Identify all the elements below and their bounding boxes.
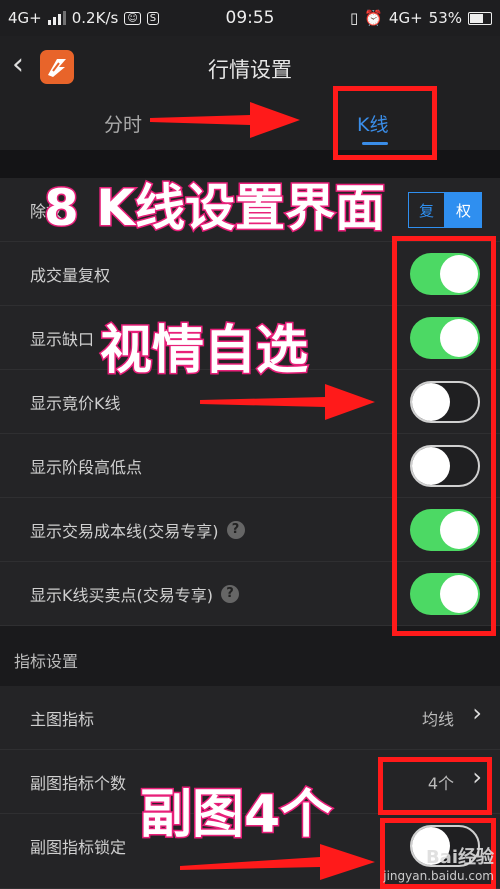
annotation-title: 8 K线设置界面	[43, 178, 387, 239]
status-bar: 4G+ 0.2K/s ☺ S 09:55 ▯ ⏰ 4G+ 53%	[0, 0, 500, 36]
row-label: 成交量复权	[30, 266, 111, 285]
fuquan-option-selected[interactable]: 权	[444, 192, 482, 228]
fuquan-option[interactable]: 复	[407, 192, 445, 228]
row-main-indicator[interactable]: 主图指标 均线 ›	[0, 686, 500, 750]
chevron-right-icon: ›	[472, 699, 482, 727]
row-value: 均线	[421, 710, 454, 729]
row-label: 显示阶段高低点	[30, 458, 143, 477]
vibrate-icon: ▯	[349, 9, 359, 27]
tab-fenshi[interactable]: 分时	[104, 110, 142, 137]
annotation-box-count	[378, 757, 492, 815]
row-label: 显示K线买卖点(交易专享)?	[30, 582, 239, 606]
annotation-arrow	[200, 384, 375, 420]
row-label: 副图指标个数	[30, 774, 127, 793]
fuquan-segmented-control[interactable]: 复 权	[407, 192, 482, 228]
annotation-box-kline-tab	[333, 86, 437, 160]
watermark: Bai经验 jingyan.baidu.com	[383, 843, 494, 883]
annotation-note-2: 副图4个	[138, 784, 333, 847]
row-label: 副图指标锁定	[30, 838, 127, 857]
section-title: 指标设置	[14, 652, 79, 671]
network-type-right: 4G+	[388, 9, 423, 27]
row-label-text: 显示交易成本线(交易专享)	[30, 522, 219, 541]
row-label-text: 显示K线买卖点(交易专享)	[30, 586, 213, 605]
row-label: 主图指标	[30, 710, 95, 729]
page-title: 行情设置	[208, 58, 292, 82]
annotation-note-1: 视情自选	[98, 320, 309, 383]
row-label: 显示竟价K线	[30, 394, 121, 413]
watermark-brand: Bai经验	[425, 847, 494, 868]
status-right: ▯ ⏰ 4G+ 53%	[350, 9, 492, 27]
battery-percent: 53%	[428, 9, 462, 27]
watermark-url: jingyan.baidu.com	[383, 869, 494, 883]
row-label: 显示交易成本线(交易专享)?	[30, 518, 245, 542]
annotation-arrow	[150, 102, 300, 138]
help-icon[interactable]: ?	[220, 585, 239, 603]
help-icon[interactable]: ?	[226, 521, 245, 539]
battery-icon	[468, 11, 492, 25]
row-label: 显示缺口	[30, 330, 95, 349]
annotation-box-toggles	[392, 236, 496, 636]
alarm-icon: ⏰	[364, 9, 383, 27]
